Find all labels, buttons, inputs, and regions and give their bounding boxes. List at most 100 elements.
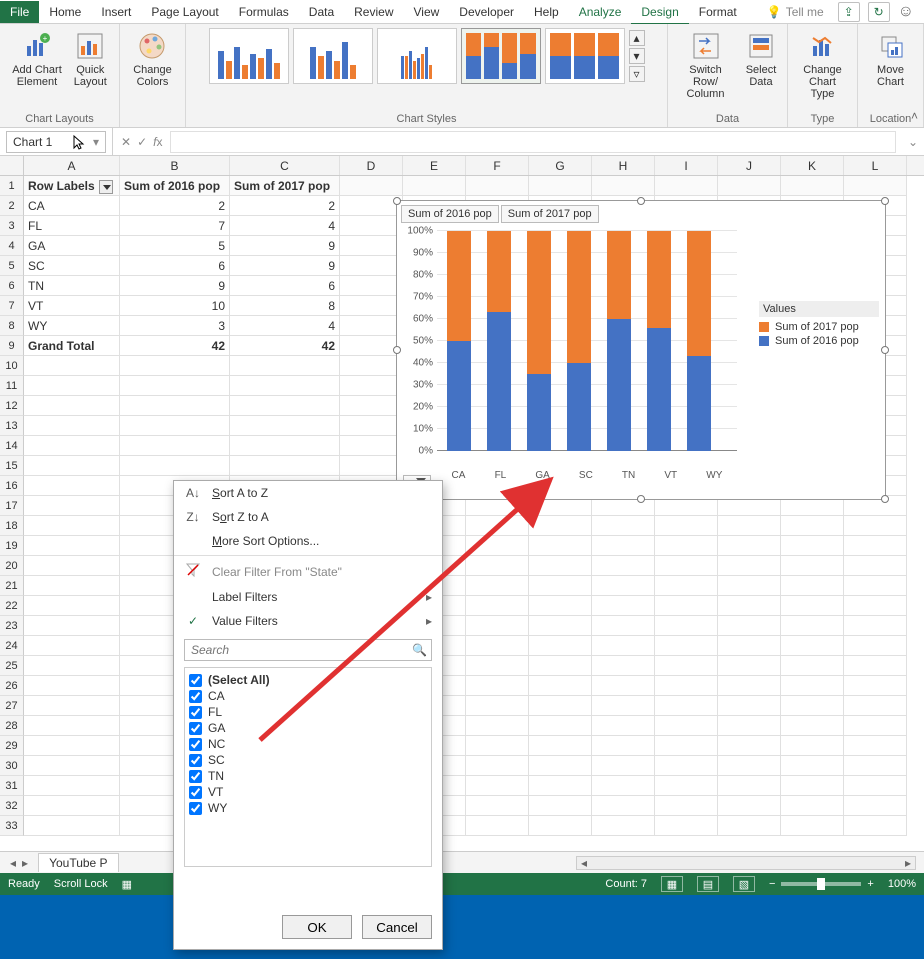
cell[interactable] [718, 616, 781, 636]
cell[interactable]: 9 [120, 276, 230, 296]
horizontal-scrollbar[interactable]: ◂ ▸ [576, 856, 916, 870]
cell[interactable] [230, 376, 340, 396]
filter-check-item[interactable]: SC [189, 752, 427, 768]
filter-checkbox[interactable] [189, 674, 202, 687]
cell[interactable] [24, 476, 120, 496]
cell[interactable] [230, 456, 340, 476]
add-chart-element-button[interactable]: + Add Chart Element [8, 28, 66, 90]
column-header[interactable]: I [655, 156, 718, 175]
cell[interactable] [592, 616, 655, 636]
clear-filter[interactable]: Clear Filter From "State" [174, 558, 442, 585]
share-icon[interactable]: ⇪ [838, 2, 860, 22]
cell[interactable] [466, 616, 529, 636]
cell[interactable] [655, 676, 718, 696]
column-header[interactable]: D [340, 156, 403, 175]
row-header[interactable]: 10 [0, 356, 24, 376]
cell[interactable]: 10 [120, 296, 230, 316]
cell[interactable] [529, 776, 592, 796]
cell[interactable] [340, 396, 403, 416]
cell[interactable] [466, 596, 529, 616]
tab-home[interactable]: Home [39, 1, 91, 23]
fx-icon[interactable]: fx [153, 135, 162, 149]
cell[interactable]: 4 [230, 316, 340, 336]
row-header[interactable]: 20 [0, 556, 24, 576]
cell[interactable] [781, 756, 844, 776]
filter-values-list[interactable]: (Select All)CAFLGANCSCTNVTWY [184, 667, 432, 867]
cell[interactable]: TN [24, 276, 120, 296]
cell[interactable] [655, 816, 718, 836]
cell[interactable]: 5 [120, 236, 230, 256]
cell[interactable] [466, 576, 529, 596]
tab-analyze[interactable]: Analyze [569, 1, 632, 23]
cell[interactable] [592, 676, 655, 696]
cell[interactable] [340, 276, 403, 296]
cell[interactable]: CA [24, 196, 120, 216]
view-page-layout-icon[interactable]: ▤ [697, 876, 719, 892]
cell[interactable] [340, 256, 403, 276]
cell[interactable] [655, 176, 718, 196]
cell[interactable] [844, 676, 907, 696]
cell[interactable]: 8 [230, 296, 340, 316]
cell[interactable] [844, 616, 907, 636]
cell[interactable] [844, 696, 907, 716]
cell[interactable] [529, 176, 592, 196]
cell[interactable] [718, 796, 781, 816]
row-labels-filter-button[interactable] [99, 180, 113, 194]
column-header[interactable]: A [24, 156, 120, 175]
row-header[interactable]: 24 [0, 636, 24, 656]
cell[interactable] [120, 416, 230, 436]
cell[interactable] [340, 376, 403, 396]
cell[interactable] [24, 436, 120, 456]
column-header[interactable]: B [120, 156, 230, 175]
select-all-corner[interactable] [0, 156, 24, 175]
filter-check-item[interactable]: NC [189, 736, 427, 752]
chart-style-2[interactable] [293, 28, 373, 84]
row-header[interactable]: 23 [0, 616, 24, 636]
cell[interactable]: WY [24, 316, 120, 336]
row-header[interactable]: 33 [0, 816, 24, 836]
row-header[interactable]: 5 [0, 256, 24, 276]
cell[interactable] [120, 436, 230, 456]
column-header[interactable]: H [592, 156, 655, 175]
filter-check-item[interactable]: FL [189, 704, 427, 720]
cell[interactable] [592, 556, 655, 576]
row-header[interactable]: 12 [0, 396, 24, 416]
chart-style-4-selected[interactable] [461, 28, 541, 84]
cell[interactable] [781, 716, 844, 736]
cell[interactable] [120, 396, 230, 416]
quick-layout-button[interactable]: Quick Layout [70, 28, 111, 90]
cell[interactable] [24, 356, 120, 376]
styles-scroll-down[interactable]: ▾ [629, 48, 645, 64]
filter-checkbox[interactable] [189, 770, 202, 783]
cell[interactable] [466, 556, 529, 576]
cell[interactable] [529, 536, 592, 556]
tab-format[interactable]: Format [689, 1, 747, 23]
filter-checkbox[interactable] [189, 754, 202, 767]
cell[interactable] [781, 176, 844, 196]
row-header[interactable]: 9 [0, 336, 24, 356]
cell[interactable] [655, 776, 718, 796]
cell[interactable] [340, 436, 403, 456]
row-header[interactable]: 30 [0, 756, 24, 776]
view-page-break-icon[interactable]: ▧ [733, 876, 755, 892]
filter-search-input[interactable] [189, 642, 412, 658]
tab-insert[interactable]: Insert [91, 1, 141, 23]
cell[interactable] [718, 816, 781, 836]
cell[interactable] [529, 656, 592, 676]
row-header[interactable]: 7 [0, 296, 24, 316]
cancel-formula-icon[interactable]: ✕ [121, 135, 131, 149]
cell[interactable] [781, 576, 844, 596]
cell[interactable] [781, 816, 844, 836]
filter-cancel-button[interactable]: Cancel [362, 915, 432, 939]
filter-checkbox[interactable] [189, 706, 202, 719]
tell-me-search[interactable]: 💡 Tell me [767, 5, 824, 19]
tab-file[interactable]: File [0, 1, 39, 23]
cell[interactable] [466, 776, 529, 796]
chart-style-1[interactable] [209, 28, 289, 84]
cell[interactable] [655, 736, 718, 756]
row-header[interactable]: 18 [0, 516, 24, 536]
tab-formulas[interactable]: Formulas [229, 1, 299, 23]
cell[interactable] [718, 536, 781, 556]
cell[interactable] [655, 536, 718, 556]
cell[interactable] [466, 816, 529, 836]
